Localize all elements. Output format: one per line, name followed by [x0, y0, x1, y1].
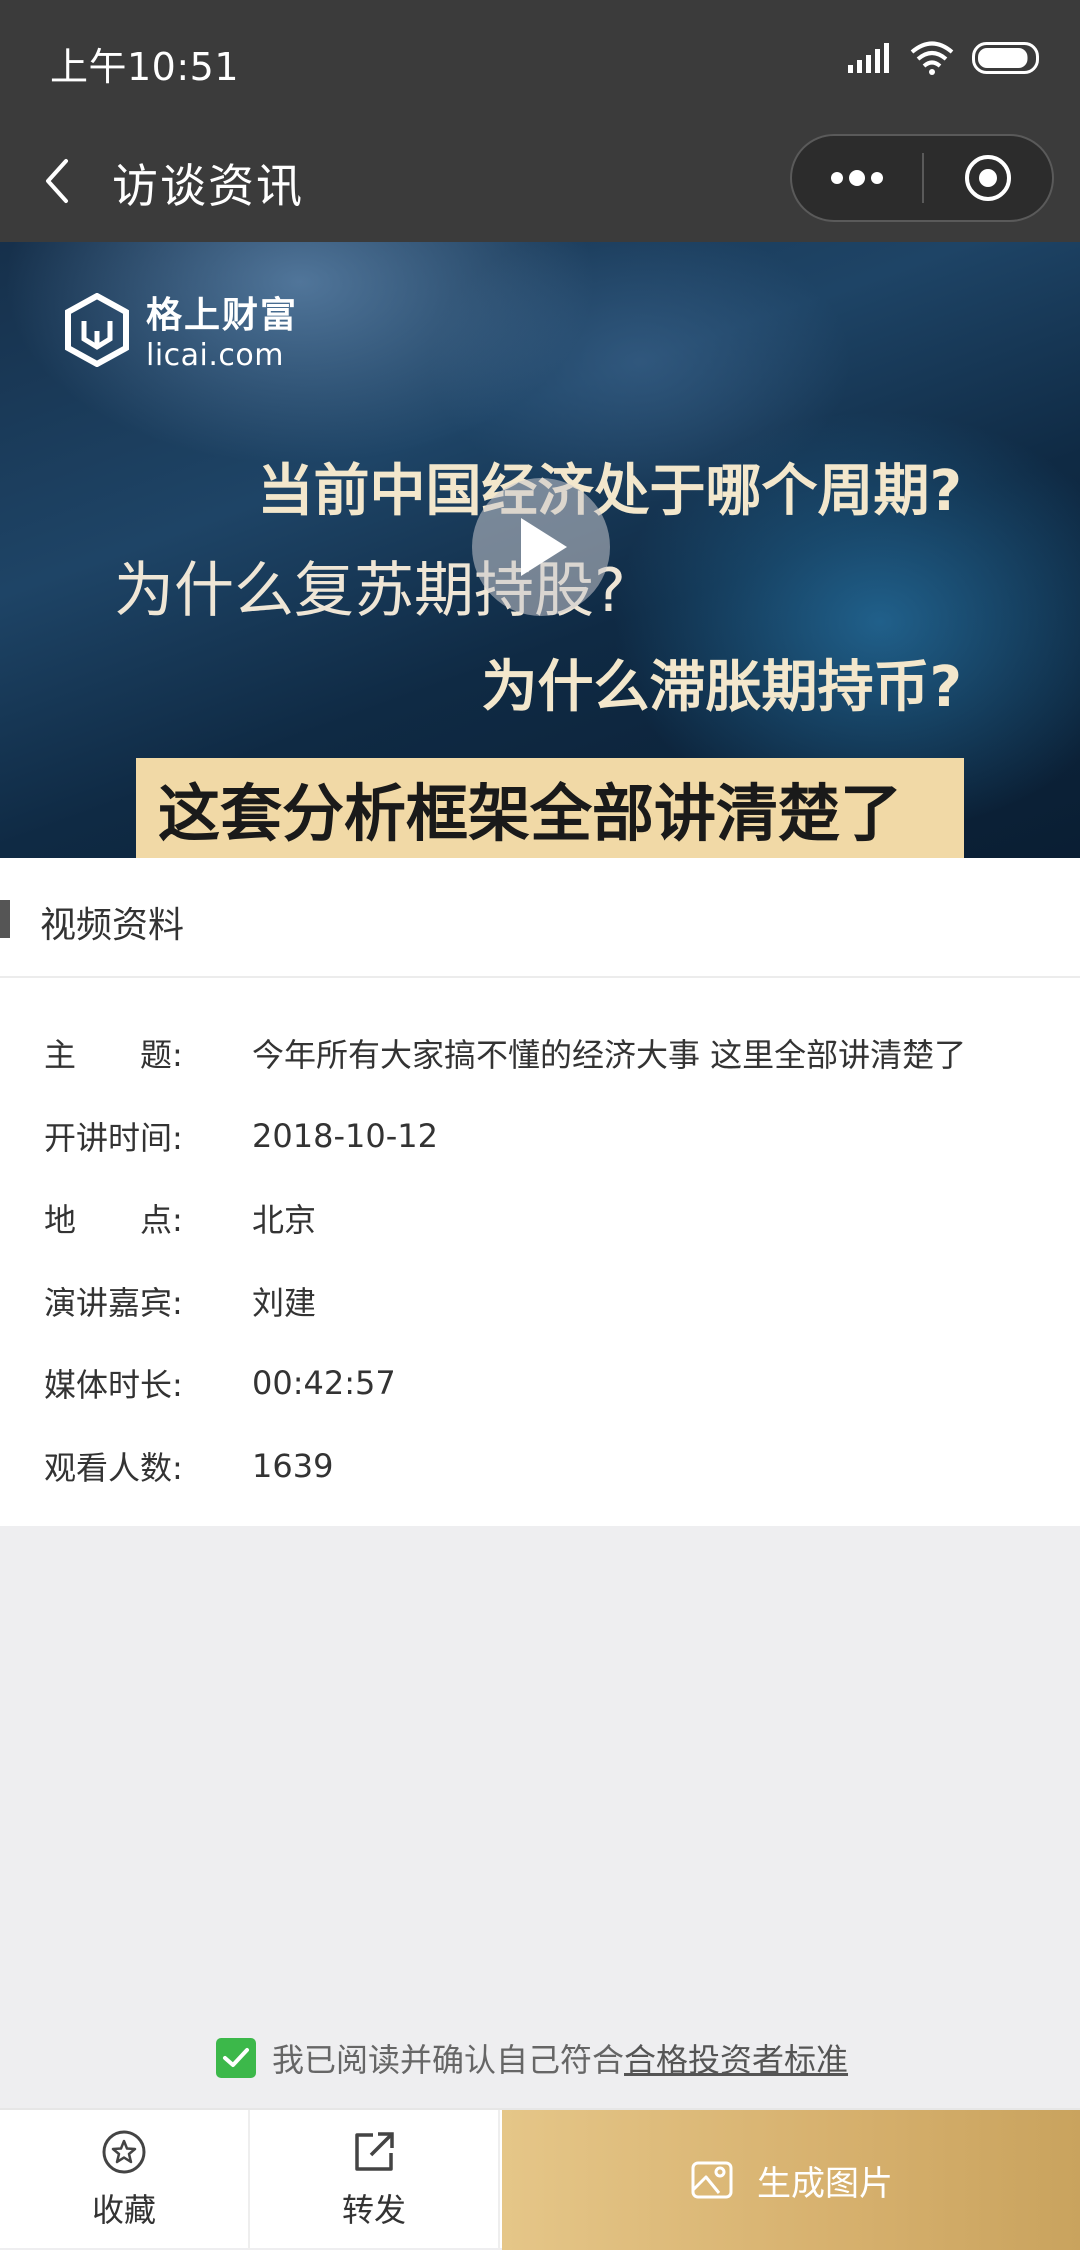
- star-circle-icon: [102, 2130, 146, 2174]
- info-row-duration: 媒体时长: 00:42:57: [44, 1358, 396, 1408]
- info-value: 00:42:57: [252, 1364, 396, 1402]
- info-label: 演讲嘉宾:: [44, 1284, 183, 1322]
- video-logo: 格上财富 licai.com: [64, 286, 298, 373]
- brand-logo-icon: [65, 292, 129, 367]
- info-label: 地 点:: [44, 1201, 183, 1239]
- status-icons: [848, 38, 1042, 78]
- section-marker: [0, 900, 10, 938]
- wifi-icon: [910, 41, 954, 75]
- video-player[interactable]: 格上财富 licai.com 当前中国经济处于哪个周期? 为什么复苏期持股? 为…: [0, 242, 1080, 858]
- info-label: 媒体时长:: [44, 1366, 183, 1404]
- info-value: 今年所有大家搞不懂的经济大事 这里全部讲清楚了: [252, 1036, 967, 1074]
- share-button[interactable]: 转发: [250, 2110, 500, 2250]
- agreement-row: 我已阅读并确认自己符合 合格投资者标准: [216, 2036, 848, 2080]
- back-button[interactable]: [30, 146, 82, 216]
- info-label: 开讲时间:: [44, 1119, 183, 1157]
- video-banner: 这套分析框架全部讲清楚了: [136, 758, 964, 858]
- signal-icon: [848, 43, 889, 73]
- play-button[interactable]: [472, 478, 610, 616]
- bottom-action-bar: 收藏 转发 生成图片: [0, 2108, 1080, 2250]
- info-value: 2018-10-12: [252, 1117, 438, 1155]
- generate-image-label: 生成图片: [757, 2163, 893, 2204]
- info-label: 观看人数:: [44, 1449, 183, 1487]
- info-row-speaker: 演讲嘉宾: 刘建: [44, 1276, 316, 1326]
- share-label: 转发: [341, 2191, 406, 2229]
- generate-image-button[interactable]: 生成图片: [502, 2110, 1080, 2250]
- target-close-icon: [965, 155, 1011, 201]
- info-value: 刘建: [252, 1284, 317, 1322]
- favorite-label: 收藏: [91, 2191, 156, 2229]
- more-button[interactable]: [792, 136, 922, 220]
- info-label: 主 题:: [44, 1036, 183, 1074]
- agreement-checkbox[interactable]: [216, 2038, 256, 2078]
- mini-program-capsule: [790, 134, 1054, 222]
- image-icon: [691, 2161, 733, 2199]
- section-title: 视频资料: [40, 905, 185, 946]
- play-icon: [521, 518, 567, 576]
- checkmark-icon: [223, 2048, 249, 2067]
- page-title: 访谈资讯: [112, 159, 304, 213]
- video-caption-line1: 当前中国经济处于哪个周期?: [257, 459, 962, 524]
- nav-bar: 访谈资讯: [0, 120, 1080, 242]
- logo-text-en: licai.com: [146, 338, 284, 373]
- info-row-views: 观看人数: 1639: [44, 1441, 333, 1491]
- status-time: 上午10:51: [50, 45, 240, 89]
- close-mini-program-button[interactable]: [924, 136, 1052, 220]
- info-row-topic: 主 题: 今年所有大家搞不懂的经济大事 这里全部讲清楚了: [44, 1028, 966, 1078]
- video-info-card: 视频资料 主 题: 今年所有大家搞不懂的经济大事 这里全部讲清楚了 开讲时间: …: [0, 858, 1080, 1526]
- favorite-button[interactable]: 收藏: [0, 2110, 250, 2250]
- chevron-left-icon: [46, 159, 68, 203]
- info-row-date: 开讲时间: 2018-10-12: [44, 1111, 438, 1161]
- more-dots-icon: [831, 170, 883, 186]
- agreement-text: 我已阅读并确认自己符合: [272, 2041, 625, 2079]
- info-value: 1639: [252, 1447, 334, 1485]
- share-icon: [355, 2132, 394, 2171]
- qualified-investor-link[interactable]: 合格投资者标准: [624, 2035, 848, 2081]
- section-header: 视频资料: [0, 858, 1080, 978]
- logo-text-cn: 格上财富: [146, 295, 299, 336]
- info-row-location: 地 点: 北京: [44, 1193, 316, 1243]
- video-caption-line3: 为什么滞胀期持币?: [481, 655, 962, 720]
- info-value: 北京: [252, 1201, 317, 1239]
- battery-icon: [972, 42, 1039, 74]
- status-bar: 上午10:51: [0, 0, 1080, 120]
